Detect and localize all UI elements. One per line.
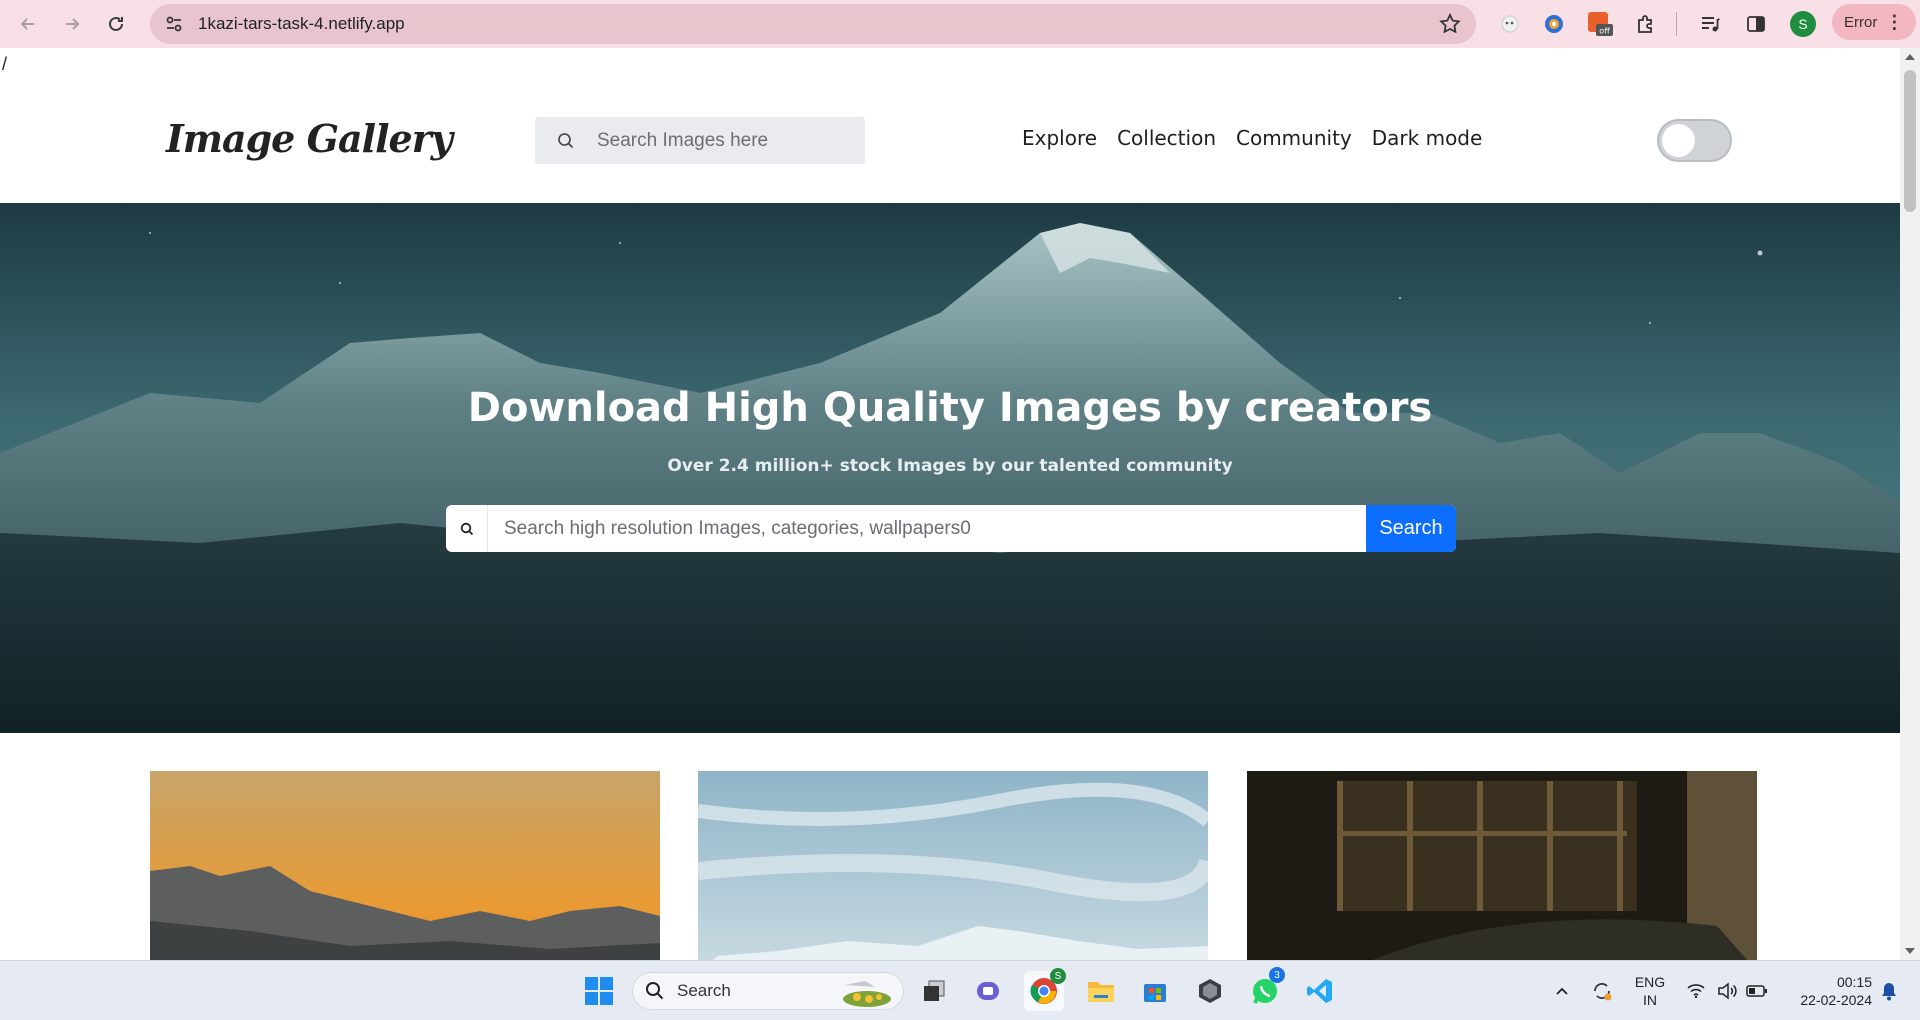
extension-off-icon[interactable]: off	[1582, 6, 1618, 42]
scroll-up-arrow-icon[interactable]	[1905, 54, 1915, 60]
search-highlight-icon	[843, 981, 891, 1007]
taskbar-search[interactable]: Search	[632, 972, 904, 1010]
header-search-input[interactable]	[597, 129, 857, 152]
forward-icon[interactable]	[52, 4, 92, 44]
extension-badge: off	[1599, 27, 1610, 36]
whatsapp-icon[interactable]: 3	[1245, 967, 1285, 1011]
volume-icon[interactable]	[1714, 971, 1740, 1011]
sync-icon[interactable]	[1582, 971, 1622, 1011]
scroll-down-arrow-icon[interactable]	[1905, 948, 1915, 954]
notification-bell-icon[interactable]	[1874, 971, 1904, 1011]
search-icon	[646, 982, 664, 1000]
hero-subtitle: Over 2.4 million+ stock Images by our ta…	[667, 456, 1233, 476]
hero-title: Download High Quality Images by creators	[467, 385, 1433, 431]
file-explorer-icon[interactable]	[1081, 971, 1121, 1011]
bookmark-star-icon[interactable]	[1438, 12, 1462, 36]
extension-target-icon[interactable]	[1536, 6, 1572, 42]
hero-search-button[interactable]: Search	[1366, 505, 1456, 552]
main-nav: Explore Collection Community Dark mode	[1022, 126, 1482, 150]
extensions-puzzle-icon[interactable]	[1628, 6, 1664, 42]
chrome-profile-badge: S	[1050, 968, 1066, 984]
gallery-image-dark-interior[interactable]	[1247, 771, 1757, 960]
nav-collection[interactable]: Collection	[1117, 126, 1216, 150]
language-region: IN	[1643, 992, 1657, 1008]
browser-toolbar: 1kazi-tars-task-4.netlify.app off S Erro…	[0, 0, 1920, 48]
chrome-taskbar-icon[interactable]: S	[1024, 968, 1066, 1011]
vscode-icon[interactable]	[1300, 971, 1340, 1011]
teams-chat-icon[interactable]	[968, 971, 1008, 1011]
site-logo[interactable]: Image Gallery	[166, 116, 453, 161]
clock-date: 22-02-2024	[1800, 992, 1872, 1008]
address-bar[interactable]: 1kazi-tars-task-4.netlify.app	[150, 4, 1476, 44]
error-chip[interactable]: Error ⋮	[1832, 4, 1916, 40]
media-control-icon[interactable]	[1692, 6, 1728, 42]
tray-chevron-up-icon[interactable]	[1542, 971, 1582, 1011]
language-indicator[interactable]: ENG IN	[1628, 973, 1672, 1009]
search-icon	[558, 132, 574, 148]
microsoft-store-icon[interactable]	[1135, 971, 1175, 1011]
hero-banner: Download High Quality Images by creators…	[0, 203, 1900, 733]
site-info-icon[interactable]	[154, 4, 194, 44]
hero-search-bar[interactable]: Search	[446, 505, 1456, 552]
task-view-icon[interactable]	[914, 971, 954, 1011]
menu-kebab-icon: ⋮	[1885, 12, 1904, 32]
clock[interactable]: 00:15 22-02-2024	[1778, 973, 1872, 1009]
language-code: ENG	[1634, 974, 1666, 990]
reload-icon[interactable]	[96, 4, 136, 44]
page-viewport: / Image Gallery Explore Collection Commu…	[0, 48, 1900, 960]
page-scrollbar[interactable]	[1900, 48, 1920, 960]
header-search-box[interactable]	[535, 117, 865, 164]
error-label: Error	[1844, 13, 1878, 31]
back-icon[interactable]	[8, 4, 48, 44]
nav-community[interactable]: Community	[1236, 126, 1352, 150]
side-panel-icon[interactable]	[1738, 6, 1774, 42]
search-icon	[446, 505, 488, 552]
windows-taskbar: Search S 3 ENG IN 00:15 22-02-2024	[0, 960, 1920, 1020]
url-text[interactable]: 1kazi-tars-task-4.netlify.app	[198, 14, 405, 34]
gallery-image-sunset-mountains[interactable]	[150, 771, 660, 960]
hero-search-input[interactable]	[488, 517, 1366, 540]
dark-mode-toggle[interactable]	[1657, 119, 1732, 162]
profile-avatar[interactable]: S	[1790, 11, 1816, 37]
toolbar-divider	[1676, 12, 1677, 36]
scroll-thumb[interactable]	[1904, 70, 1916, 212]
gallery-image-snowy-peaks[interactable]	[698, 771, 1208, 960]
battery-icon[interactable]	[1744, 971, 1770, 1011]
toggle-knob	[1662, 124, 1695, 157]
wifi-icon[interactable]	[1684, 971, 1708, 1011]
whatsapp-badge: 3	[1269, 967, 1285, 983]
nav-explore[interactable]: Explore	[1022, 126, 1097, 150]
extension-ghost-icon[interactable]	[1492, 6, 1528, 42]
nav-dark-mode[interactable]: Dark mode	[1372, 126, 1483, 150]
clock-time: 00:15	[1836, 974, 1872, 990]
taskbar-search-label: Search	[677, 981, 731, 1000]
windows-start-icon[interactable]	[579, 971, 619, 1011]
app-cube-icon[interactable]	[1190, 971, 1230, 1011]
